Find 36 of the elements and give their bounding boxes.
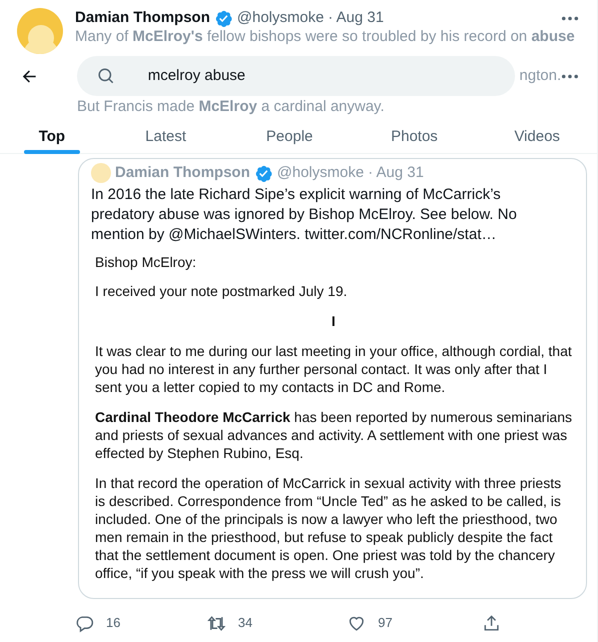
search-input[interactable]: mcelroy abuse: [148, 64, 468, 88]
author-name[interactable]: Damian Thompson: [75, 8, 210, 28]
tab[interactable]: Photos: [351, 120, 478, 154]
letter-paragraph: I received your note postmarked July 19.: [95, 282, 348, 300]
author-handle[interactable]: @holysmoke: [237, 8, 324, 28]
tweet-text: But Francis made McElroy a cardinal anyway.: [76, 98, 386, 116]
letter-paragraph: Bishop McElroy:: [95, 253, 198, 271]
tab[interactable]: People: [228, 120, 352, 154]
verified-badge-icon: [214, 8, 234, 28]
retweet-icon[interactable]: [207, 614, 226, 632]
quoted-tweet-card[interactable]: [78, 158, 587, 599]
retweet-count: 34: [238, 614, 252, 632]
more-icon[interactable]: [561, 16, 579, 20]
tab[interactable]: Latest: [104, 120, 228, 154]
search-field[interactable]: mcelroy abuse: [76, 56, 516, 96]
author-handle: @holysmoke: [277, 164, 364, 182]
tweet-text: In 2016 the late Richard Sipe’s explicit warning of McCarrick’s predatory abuse was ignored by Bishop McElroy. See below. No mention by @MichaelSWinters. twitter.com/NCRonline/stat…: [90, 185, 518, 245]
letter-paragraph: It was clear to me during our last meeting in your office, although cordial, that you had no interest in any further personal contact. It was only after that I sent you a letter copied to my contacts in DC and Rome.: [95, 342, 572, 396]
tweet-text: ngton.: [519, 66, 562, 86]
tweet-date[interactable]: · Aug 31: [328, 8, 384, 28]
like-count: 97: [378, 614, 392, 632]
share-icon[interactable]: [482, 614, 501, 632]
reply-count: 16: [106, 614, 120, 632]
verified-badge-icon: [254, 164, 274, 182]
search-icon: [96, 67, 115, 85]
tab[interactable]: Top: [0, 120, 104, 154]
more-icon[interactable]: [561, 74, 579, 78]
letter-paragraph: Cardinal Theodore McCarrick has been reported by numerous seminarians and priests of sexual advances and activity. A settlement with one priest was effected by Stephen Rubino, Esq.: [95, 408, 572, 462]
tweet-date: · Aug 31: [368, 164, 424, 182]
author-name: Damian Thompson: [115, 164, 250, 182]
tweet-text: Many of McElroy's fellow bishops were so troubled by his record on abuse: [75, 28, 576, 46]
tab[interactable]: Videos: [477, 120, 598, 154]
avatar: [91, 163, 111, 183]
letter-paragraph: In that record the operation of McCarrick in sexual activity with three priests is described. Correspondence from “Uncle Ted” as he asked to be called, is included. One of the principals is now a lawyer who left the priesthood, two men remain in the priesthood, but refuse to speak publicly despite the fact that the settlement document is open. One priest was told by the chancery office, “if you speak with the press we will crush you”.: [95, 474, 562, 582]
letter-heading: I: [330, 312, 336, 330]
reply-icon[interactable]: [75, 614, 94, 632]
